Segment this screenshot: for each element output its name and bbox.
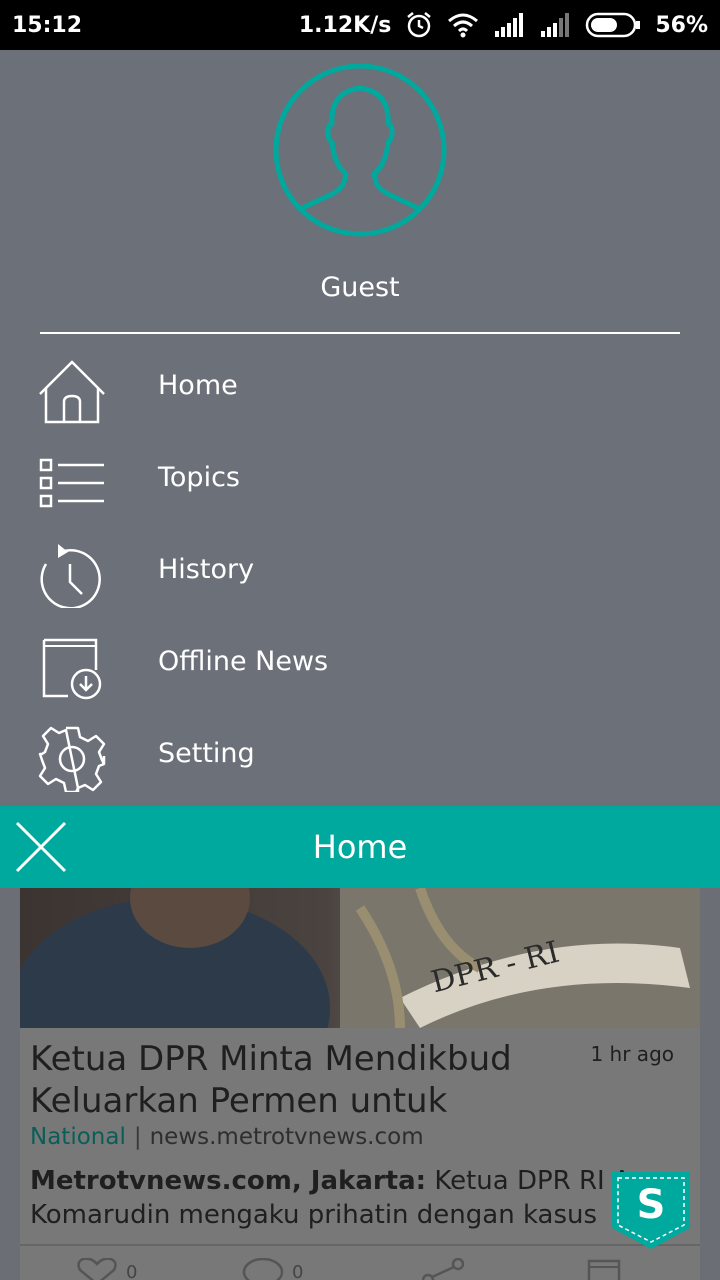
drawer-item-history[interactable]: History [0,528,720,620]
signal-icon [541,13,570,37]
history-icon [40,544,101,608]
news-photo-art [20,888,700,1028]
battery-icon [586,12,641,38]
app-badge-icon[interactable]: S [610,1170,692,1250]
share-icon[interactable] [422,1258,464,1280]
list-icon [39,458,104,508]
drawer-item-label: Topics [158,462,240,493]
snippet-line-2: Komarudin mengaku prihatin dengan kasus [30,1200,598,1230]
drawer-item-topics[interactable]: Topics [0,436,720,528]
offline-news-icon [42,638,102,700]
gear-icon [38,726,106,792]
snippet-source: Metrotvnews.com, Jakarta: [30,1166,427,1196]
alarm-icon [407,12,432,38]
status-time: 15:12 [12,12,83,38]
page-title: Home [312,828,408,866]
drawer-item-label: Offline News [158,646,329,677]
drawer-item-offline-news[interactable]: Offline News [0,620,720,712]
snippet-text: Ketua DPR RI Ad [434,1166,630,1196]
news-time: 1 hr ago [590,1042,674,1066]
user-name: Guest [320,272,400,303]
drawer-item-label: Home [158,370,238,401]
divider [40,332,680,334]
svg-text:S: S [637,1182,666,1228]
comment-count: 0 [292,1262,304,1280]
home-icon [39,360,105,424]
like-icon[interactable] [76,1258,118,1280]
drawer-item-setting[interactable]: Setting [0,712,720,804]
like-count: 0 [126,1262,138,1280]
drawer-item-home[interactable]: Home [0,344,720,436]
drawer-item-label: Setting [158,738,255,769]
drawer-item-label: History [158,554,255,585]
news-source: news.metrotvnews.com [149,1124,424,1150]
wifi-icon [448,13,479,38]
news-category[interactable]: National [30,1124,126,1150]
bookmark-icon[interactable] [586,1258,622,1280]
signal-icon [495,13,524,37]
avatar-icon[interactable] [272,62,448,238]
battery-level: 56% [655,12,708,38]
app-header: Home [0,806,720,888]
news-image[interactable]: DPR - RI [20,888,700,1028]
news-headline[interactable]: Ketua DPR Minta Mendikbud Keluarkan Perm… [30,1038,590,1122]
news-meta: National | news.metrotvnews.com [30,1124,424,1150]
meta-separator: | [133,1124,142,1150]
news-snippet: Metrotvnews.com, Jakarta: Ketua DPR RI A… [30,1164,630,1232]
comment-icon[interactable] [242,1258,284,1280]
network-speed: 1.12K/s [298,12,392,38]
card-actions: 0 0 [20,1244,700,1280]
status-bar: 15:12 1.12K/s 56% [0,0,720,50]
news-card[interactable]: DPR - RI Ketua DPR Minta Mendikbud Kelua… [20,888,700,1280]
navigation-drawer: Guest Home Topics History Offline News S… [0,50,720,806]
